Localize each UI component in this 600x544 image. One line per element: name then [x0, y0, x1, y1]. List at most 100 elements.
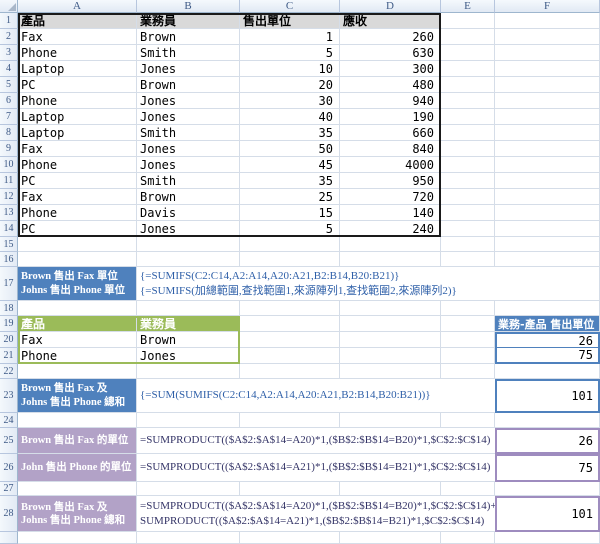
cell-product[interactable]: Phone	[18, 45, 137, 61]
empty-cell[interactable]	[137, 252, 240, 267]
empty-cell[interactable]	[441, 141, 495, 157]
cell-units[interactable]: 35	[240, 125, 340, 141]
row-header[interactable]: 24	[0, 413, 18, 428]
sumproduct-formula-cell[interactable]: =SUMPRODUCT(($A$2:$A$14=A20)*1,($B$2:$B$…	[137, 428, 495, 454]
column-header-c[interactable]: C	[240, 0, 340, 13]
empty-cell[interactable]	[18, 252, 137, 267]
cell-salesperson[interactable]: Smith	[137, 125, 240, 141]
criteria-header-salesperson[interactable]: 業務員	[137, 316, 240, 332]
cell-units[interactable]: 25	[240, 189, 340, 205]
empty-cell[interactable]	[240, 348, 340, 364]
row-header[interactable]: 17	[0, 267, 18, 301]
empty-cell[interactable]	[441, 93, 495, 109]
empty-cell[interactable]	[18, 237, 137, 252]
cell-receivable[interactable]: 140	[340, 205, 441, 221]
sumproduct-label-cell[interactable]: John 售出 Phone 的單位	[18, 454, 137, 482]
cell-receivable[interactable]: 720	[340, 189, 441, 205]
header-units[interactable]: 售出單位	[240, 13, 340, 29]
cell-salesperson[interactable]: Brown	[137, 189, 240, 205]
empty-cell[interactable]	[495, 45, 600, 61]
empty-cell[interactable]	[441, 482, 495, 496]
sum-label-cell[interactable]: Brown 售出 Fax 及 Johns 售出 Phone 總和	[18, 379, 137, 413]
row-header[interactable]: 7	[0, 109, 18, 125]
row-header[interactable]: 3	[0, 45, 18, 61]
empty-cell[interactable]	[240, 532, 340, 544]
cell-product[interactable]: Fax	[18, 189, 137, 205]
empty-cell[interactable]	[441, 252, 495, 267]
criteria-header-product[interactable]: 產品	[18, 316, 137, 332]
empty-cell[interactable]	[441, 237, 495, 252]
row-header[interactable]: 25	[0, 428, 18, 454]
select-all-corner[interactable]	[0, 0, 18, 13]
cell-product[interactable]: PC	[18, 221, 137, 237]
cell-salesperson[interactable]: Jones	[137, 61, 240, 77]
cell-product[interactable]: PC	[18, 173, 137, 189]
cell-product[interactable]: Laptop	[18, 125, 137, 141]
empty-cell[interactable]	[137, 532, 240, 544]
empty-cell[interactable]	[495, 77, 600, 93]
empty-cell[interactable]	[441, 532, 495, 544]
empty-cell[interactable]	[18, 532, 137, 544]
cell-receivable[interactable]: 660	[340, 125, 441, 141]
empty-cell[interactable]	[441, 364, 495, 379]
empty-cell[interactable]	[441, 332, 495, 348]
empty-cell[interactable]	[441, 13, 495, 29]
empty-cell[interactable]	[340, 532, 441, 544]
cell-receivable[interactable]: 190	[340, 109, 441, 125]
empty-cell[interactable]	[137, 237, 240, 252]
empty-cell[interactable]	[137, 364, 240, 379]
sumproduct-sum-formula-cell[interactable]: =SUMPRODUCT(($A$2:$A$14=A20)*1,($B$2:$B$…	[137, 496, 495, 532]
column-header-f[interactable]: F	[495, 0, 600, 13]
empty-cell[interactable]	[340, 301, 441, 316]
cell-receivable[interactable]: 4000	[340, 157, 441, 173]
empty-cell[interactable]	[495, 93, 600, 109]
cell-units[interactable]: 20	[240, 77, 340, 93]
row-header[interactable]: 16	[0, 252, 18, 267]
empty-cell[interactable]	[495, 205, 600, 221]
sumproduct-value[interactable]: 26	[495, 428, 600, 454]
result-value-1[interactable]: 26	[495, 332, 600, 348]
header-salesperson[interactable]: 業務員	[137, 13, 240, 29]
cell-product[interactable]: Laptop	[18, 109, 137, 125]
criteria-product[interactable]: Fax	[18, 332, 137, 348]
criteria-product[interactable]: Phone	[18, 348, 137, 364]
empty-cell[interactable]	[441, 29, 495, 45]
row-header[interactable]: 26	[0, 454, 18, 482]
row-header[interactable]: 4	[0, 61, 18, 77]
empty-cell[interactable]	[441, 221, 495, 237]
empty-cell[interactable]	[18, 413, 137, 428]
empty-cell[interactable]	[240, 237, 340, 252]
cell-receivable[interactable]: 300	[340, 61, 441, 77]
empty-cell[interactable]	[441, 205, 495, 221]
criteria-salesperson[interactable]: Jones	[137, 348, 240, 364]
row-header[interactable]: 2	[0, 29, 18, 45]
empty-cell[interactable]	[495, 237, 600, 252]
cell-salesperson[interactable]: Brown	[137, 29, 240, 45]
row-header[interactable]: 23	[0, 379, 18, 413]
row-header[interactable]: 14	[0, 221, 18, 237]
cell-receivable[interactable]: 940	[340, 93, 441, 109]
cell-receivable[interactable]: 260	[340, 29, 441, 45]
empty-cell[interactable]	[441, 173, 495, 189]
row-header[interactable]: 20	[0, 332, 18, 348]
cell-salesperson[interactable]: Brown	[137, 77, 240, 93]
cell-units[interactable]: 1	[240, 29, 340, 45]
cell-units[interactable]: 40	[240, 109, 340, 125]
empty-cell[interactable]	[495, 267, 600, 301]
empty-cell[interactable]	[495, 189, 600, 205]
row-header[interactable]: 10	[0, 157, 18, 173]
empty-cell[interactable]	[495, 301, 600, 316]
empty-cell[interactable]	[495, 13, 600, 29]
cell-receivable[interactable]: 630	[340, 45, 441, 61]
column-header-e[interactable]: E	[441, 0, 495, 13]
empty-cell[interactable]	[495, 252, 600, 267]
row-header[interactable]: 8	[0, 125, 18, 141]
empty-cell[interactable]	[495, 532, 600, 544]
cell-receivable[interactable]: 840	[340, 141, 441, 157]
cell-product[interactable]: Phone	[18, 93, 137, 109]
row-header[interactable]: 1	[0, 13, 18, 29]
row-header[interactable]	[0, 532, 18, 544]
result-value-2[interactable]: 75	[495, 348, 600, 364]
header-receivable[interactable]: 應收	[340, 13, 441, 29]
empty-cell[interactable]	[240, 252, 340, 267]
